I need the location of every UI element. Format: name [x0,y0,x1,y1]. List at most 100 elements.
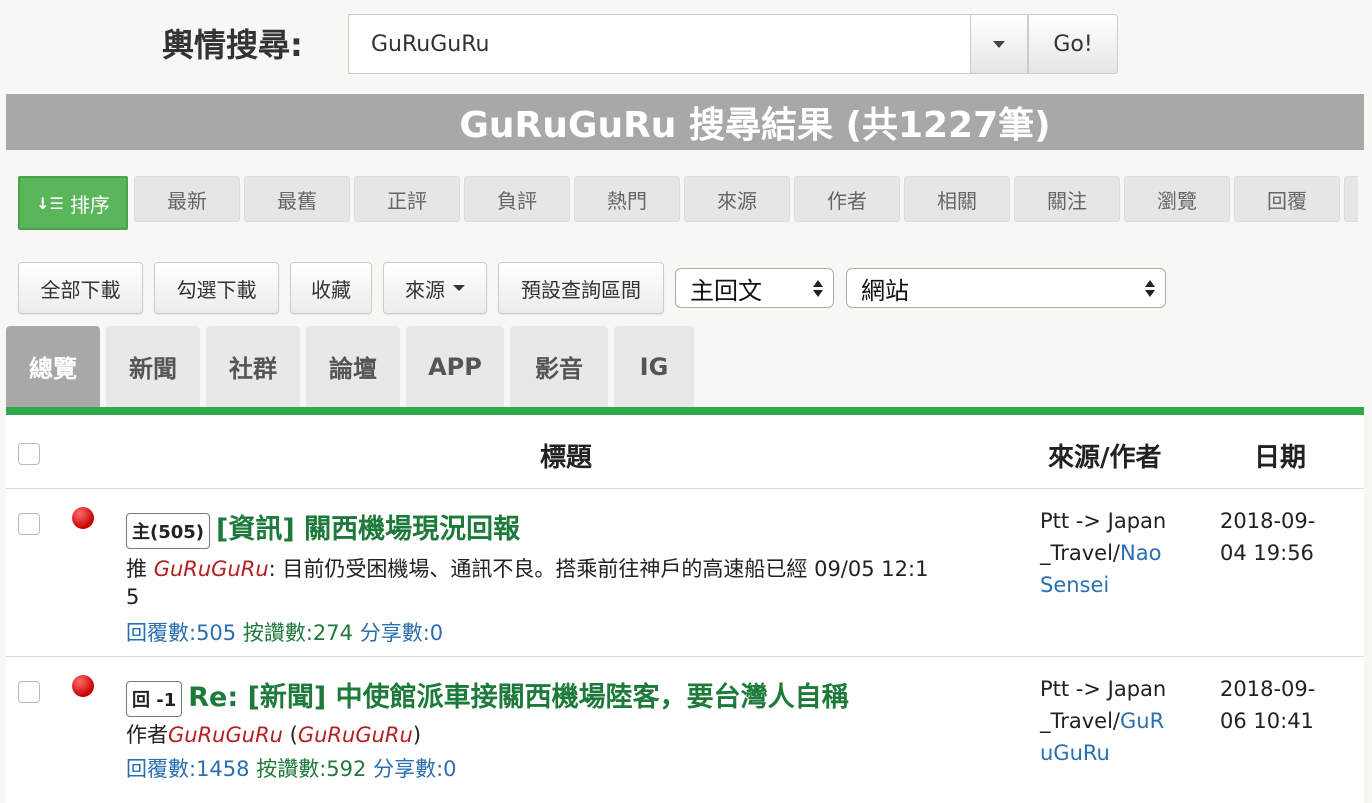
sort-oldest[interactable]: 最舊 [244,176,350,222]
sort-popular[interactable]: 熱門 [574,176,680,222]
result-title[interactable]: 回 -1 Re: [新聞] 中使館派車接關西機場陸客，要台灣人自稱 [126,675,849,717]
search-label: 輿情搜尋: [162,26,303,64]
tab-overview[interactable]: 總覽 [6,326,100,407]
reply-count: 回覆數:1458 [126,757,250,781]
tab-ig[interactable]: IG [614,326,694,407]
download-all-button[interactable]: 全部下載 [18,262,143,314]
tab-video[interactable]: 影音 [510,326,608,407]
source-author-link[interactable]: GuR [1120,709,1164,733]
chevron-down-icon [993,40,1005,48]
result-header: GuRuGuRu 搜尋結果 (共1227筆) [6,94,1364,150]
table-row: 主(505) [資訊] 關西機場現況回報 推 GuRuGuRu: 目前仍受困機場、… [6,489,1364,657]
select-arrows-icon [813,279,823,297]
site-value: 網站 [861,276,909,305]
search-input[interactable] [348,14,970,74]
source-author-link[interactable]: Nao [1120,541,1161,565]
select-all-checkbox[interactable] [18,443,40,465]
result-stats: 回覆數:1458 按讚數:592 分享數:0 [126,753,457,783]
snippet-prefix: 推 [126,557,154,581]
select-arrows-icon [1145,279,1155,297]
post-type-select[interactable]: 主回文 [675,268,834,308]
share-count: 分享數:0 [373,757,457,781]
sort-icon: ↓☰ [36,193,64,213]
date-line-1: 2018-09- [1220,677,1316,701]
like-count: 按讚數:592 [256,757,367,781]
search-dropdown-button[interactable] [970,14,1028,74]
source-author: Ptt -> Japan _Travel/Nao Sensei [1040,505,1200,601]
source-dropdown-button[interactable]: 來源 [383,262,487,314]
result-snippet: 推 GuRuGuRu: 目前仍受困機場、通訊不良。搭乘前往神戶的高速船已經 09… [126,553,928,583]
preset-range-button[interactable]: 預設查詢區間 [498,262,664,314]
header-date: 日期 [1254,443,1307,473]
row-checkbox[interactable] [18,513,40,535]
row-checkbox[interactable] [18,681,40,703]
source-line-2: _Travel/Nao [1040,537,1200,569]
sort-replies[interactable]: 回覆 [1234,176,1340,222]
share-count: 分享數:0 [359,621,444,645]
post-type-value: 主回文 [690,276,762,305]
status-dot-icon [72,675,94,697]
result-author: 作者GuRuGuRu (GuRuGuRu) [126,719,421,749]
source-line: Ptt -> Japan [1040,677,1167,701]
post-badge: 主(505) [126,512,211,549]
author-name[interactable]: GuRuGuRu [168,723,283,747]
sort-author[interactable]: 作者 [794,176,900,222]
results-table: 標題 來源/作者 日期 主(505) [資訊] 關西機場現況回報 推 GuRuGu… [6,415,1364,803]
sort-relevance[interactable]: 相關 [904,176,1010,222]
snippet-text: : 目前仍受困機場、通訊不良。搭乘前往神戶的高速船已經 09/05 12:1 [268,557,929,581]
search-bar: 輿情搜尋: Go! [0,0,1372,92]
category-tabs: 總覽 新聞 社群 論壇 APP 影音 IG [6,326,700,407]
author-paren-close: ) [412,723,422,747]
source-author-link-cont[interactable]: uGuRu [1040,737,1200,769]
site-select[interactable]: 網站 [846,268,1166,308]
tab-news[interactable]: 新聞 [106,326,200,407]
sort-button[interactable]: ↓☰ 排序 [18,176,128,230]
result-stats: 回覆數:505 按讚數:274 分享數:0 [126,617,443,647]
author-paren-open: ( [282,723,298,747]
source-dropdown-label: 來源 [405,277,445,302]
tab-app[interactable]: APP [406,326,504,407]
sort-source[interactable]: 來源 [684,176,790,222]
header-source-author: 來源/作者 [1048,443,1162,473]
header-title: 標題 [540,443,593,473]
sort-followed[interactable]: 關注 [1014,176,1120,222]
sort-bar: ↓☰ 排序 最新 最舊 正評 負評 熱門 來源 作者 相關 關注 瀏覽 回覆 [18,176,1358,230]
result-title[interactable]: 主(505) [資訊] 關西機場現況回報 [126,507,520,549]
go-button[interactable]: Go! [1028,14,1118,74]
status-dot-icon [72,507,94,529]
author-name-alt[interactable]: GuRuGuRu [298,723,413,747]
result-title-text: Re: [新聞] 中使館派車接關西機場陸客，要台灣人自稱 [188,682,849,713]
action-bar: 全部下載 勾選下載 收藏 來源 預設查詢區間 主回文 網站 [18,262,1178,314]
source-author: Ptt -> Japan _Travel/GuR uGuRu [1040,673,1200,769]
result-date: 2018-09- 04 19:56 [1220,505,1340,569]
date-line-1: 2018-09- [1220,509,1316,533]
result-title-text: [資訊] 關西機場現況回報 [216,514,521,545]
sort-negative[interactable]: 負評 [464,176,570,222]
source-author-link-cont[interactable]: Sensei [1040,569,1200,601]
sort-newest[interactable]: 最新 [134,176,240,222]
source-board: _Travel/ [1040,541,1121,565]
sort-more[interactable] [1344,176,1358,222]
source-line: Ptt -> Japan [1040,509,1167,533]
snippet-author[interactable]: GuRuGuRu [154,557,269,581]
sort-positive[interactable]: 正評 [354,176,460,222]
date-line-2: 06 10:41 [1220,709,1314,733]
tab-social[interactable]: 社群 [206,326,300,407]
source-line-2: _Travel/GuR [1040,705,1200,737]
tab-forum[interactable]: 論壇 [306,326,400,407]
favorite-button[interactable]: 收藏 [290,262,372,314]
result-date: 2018-09- 06 10:41 [1220,673,1340,737]
table-header: 標題 來源/作者 日期 [6,415,1364,489]
author-prefix: 作者 [126,723,168,747]
caret-down-icon [453,285,465,291]
sort-views[interactable]: 瀏覽 [1124,176,1230,222]
tab-underline [6,407,1364,415]
download-checked-button[interactable]: 勾選下載 [154,262,279,314]
date-line-2: 04 19:56 [1220,541,1314,565]
result-snippet-cont: 5 [126,585,140,609]
like-count: 按讚數:274 [242,621,354,645]
sort-label: 排序 [69,192,110,217]
source-board: _Travel/ [1040,709,1121,733]
reply-count: 回覆數:505 [126,621,237,645]
post-badge: 回 -1 [126,680,183,717]
